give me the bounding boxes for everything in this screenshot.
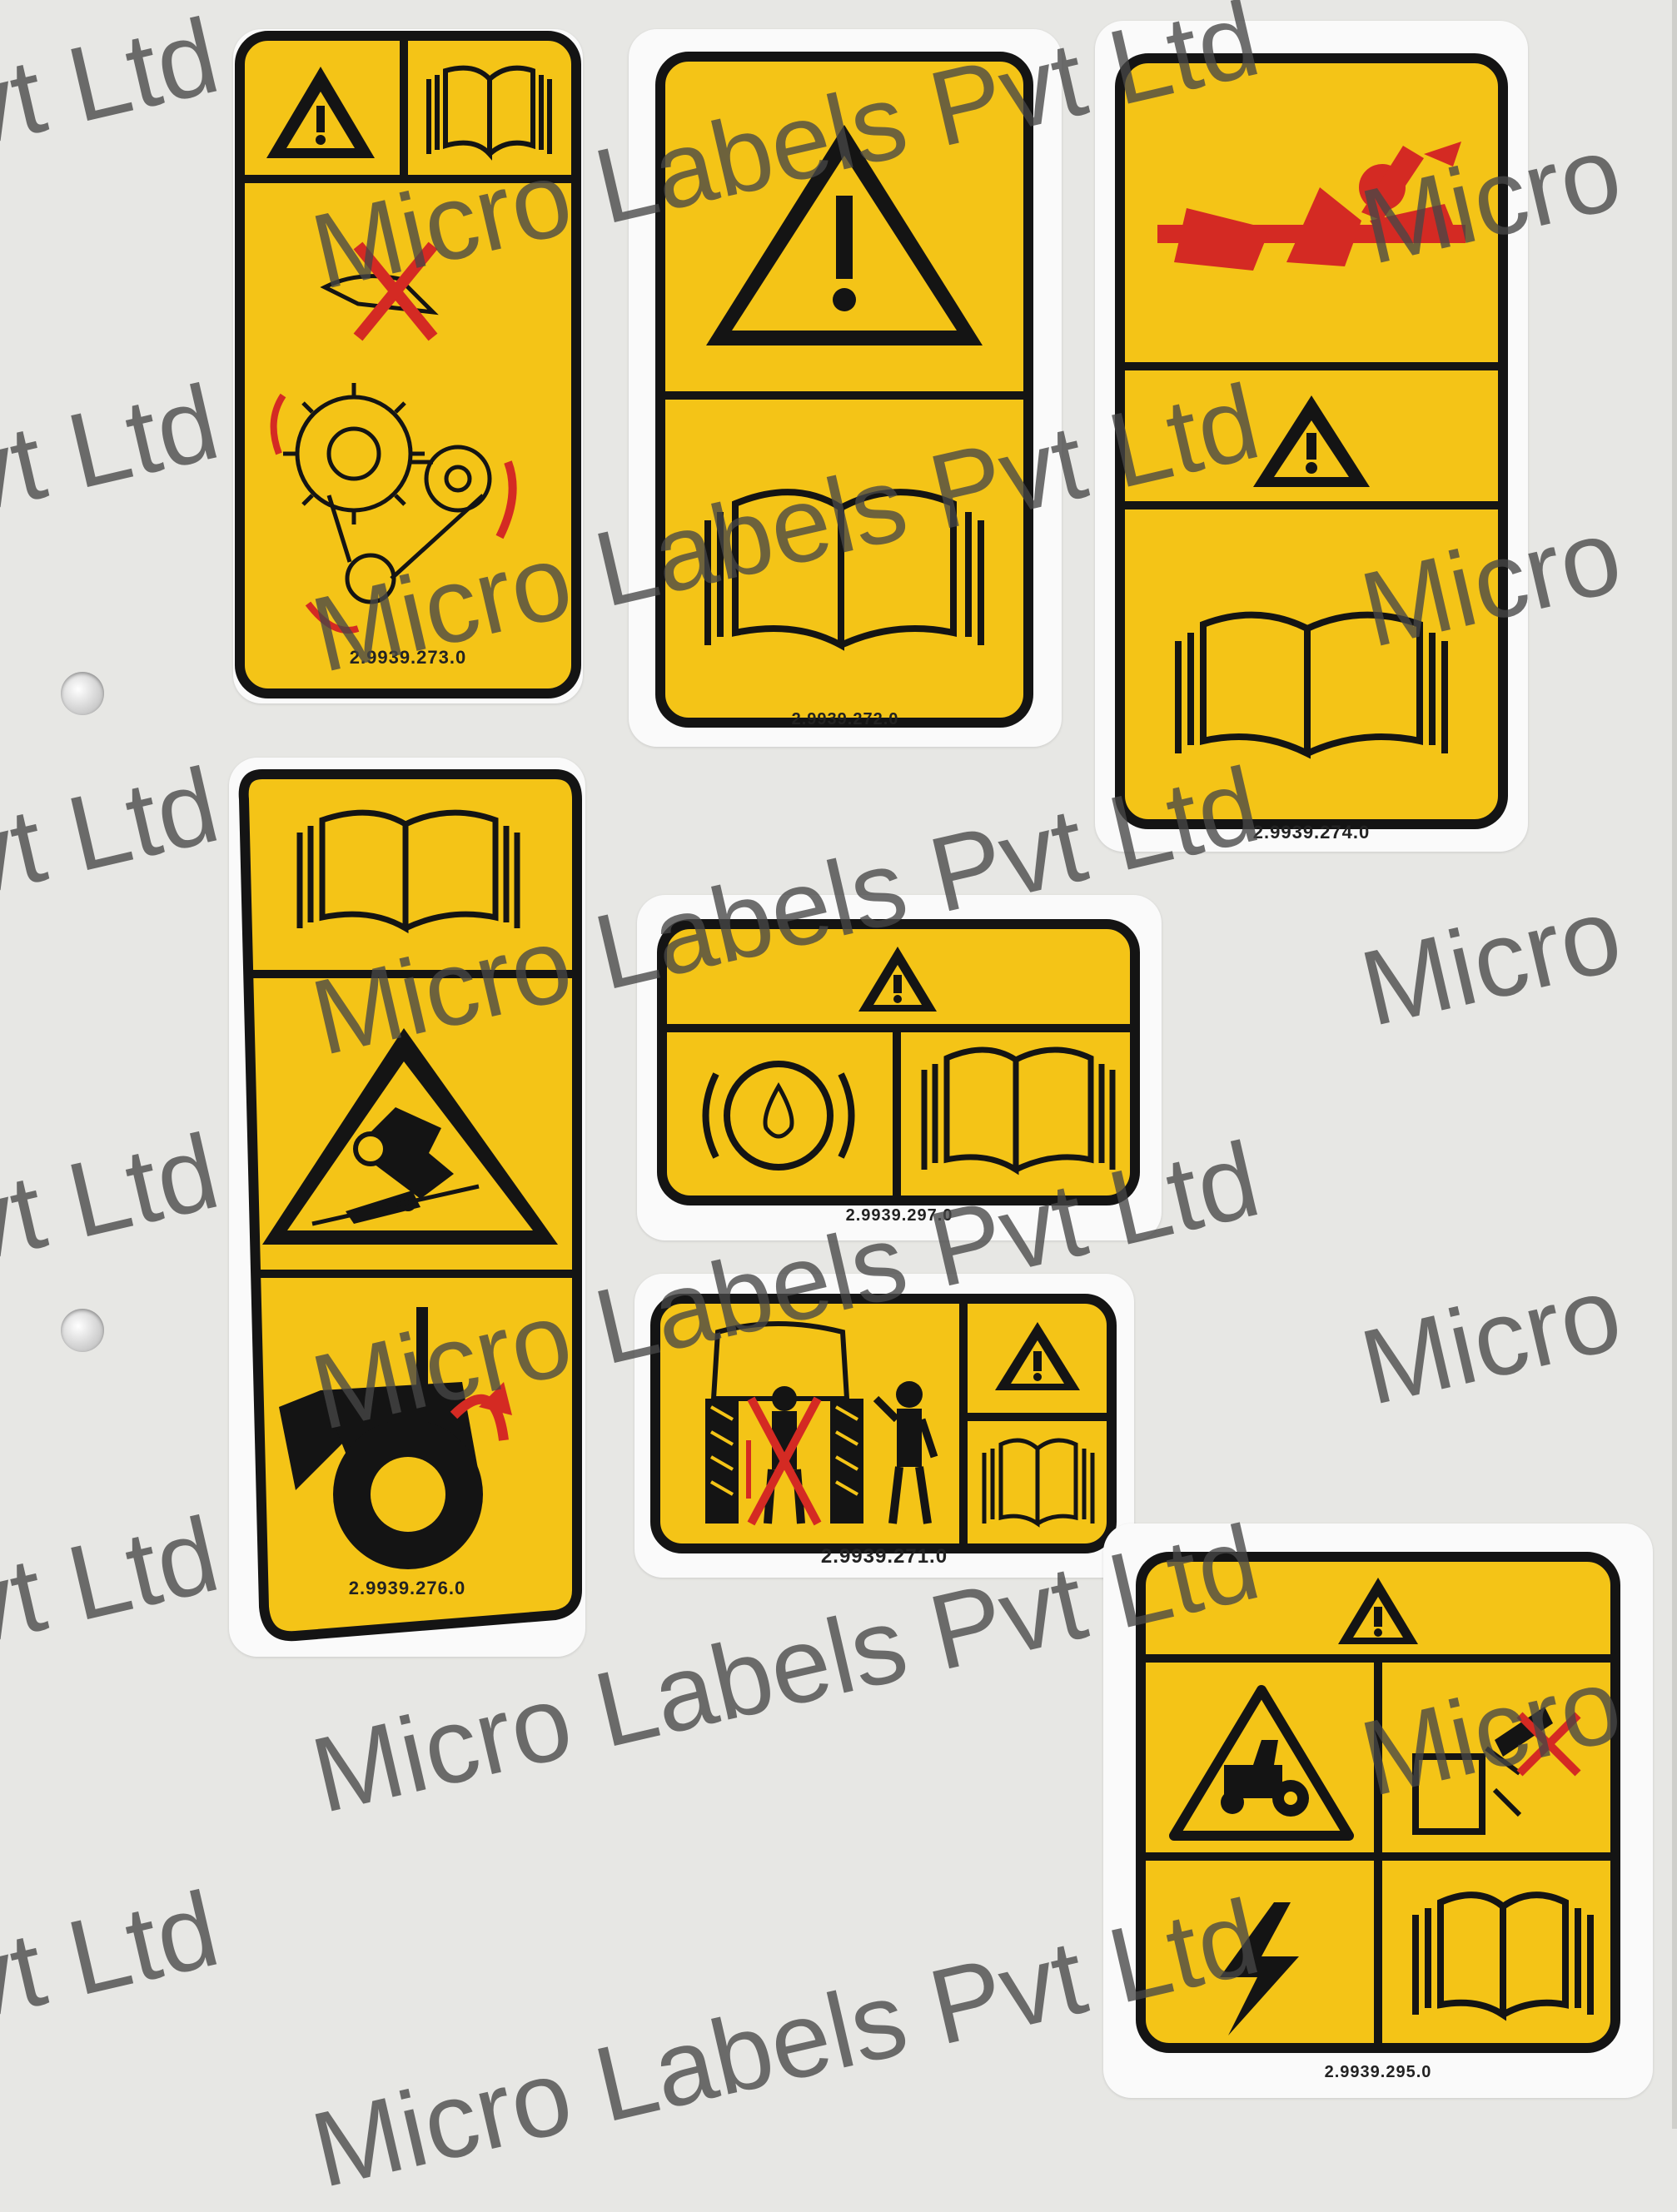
punch-hole-top (61, 672, 104, 715)
punch-hole-bottom (61, 1309, 104, 1352)
manual-book-icon (982, 1438, 1095, 1528)
watermark-text: vt Ltd (0, 0, 229, 171)
label-sticker-273: 2.9939.273.0 (233, 29, 583, 703)
part-number: 2.9939.273.0 (349, 647, 467, 668)
watermark-text: Micro (1351, 1253, 1632, 1429)
label-sticker-271: 2.9939.271.0 (634, 1274, 1134, 1578)
label-sticker-274: 2.9939.274.0 (1095, 21, 1528, 852)
part-number: 2.9939.271.0 (820, 1545, 948, 1568)
watermark-text: Micro (1351, 874, 1632, 1050)
watermark-text: vt Ltd (0, 1111, 229, 1287)
label-sticker-272: 2.9939.272.0 (629, 29, 1062, 747)
part-number: 2.9939.297.0 (845, 1206, 953, 1225)
part-number: 2.9939.272.0 (791, 710, 899, 728)
label-sticker-295: 2.9939.295.0 (1103, 1524, 1653, 2098)
manual-book-icon (426, 65, 552, 161)
part-number: 2.9939.276.0 (348, 1578, 466, 1598)
watermark-text: vt Ltd (0, 745, 229, 921)
part-number: 2.9939.295.0 (1324, 2063, 1432, 2081)
watermark-text: vt Ltd (0, 1494, 229, 1670)
part-number: 2.9939.274.0 (1252, 822, 1371, 843)
label-sticker-297: 2.9939.297.0 (637, 895, 1162, 1240)
watermark-text: vt Ltd (0, 362, 229, 538)
watermark-text: vt Ltd (0, 1869, 229, 2045)
manual-book-icon (1412, 1891, 1594, 2021)
label-sticker-276: 2.9939.276.0 (229, 758, 585, 1657)
sheet-edge (1672, 0, 1677, 2129)
